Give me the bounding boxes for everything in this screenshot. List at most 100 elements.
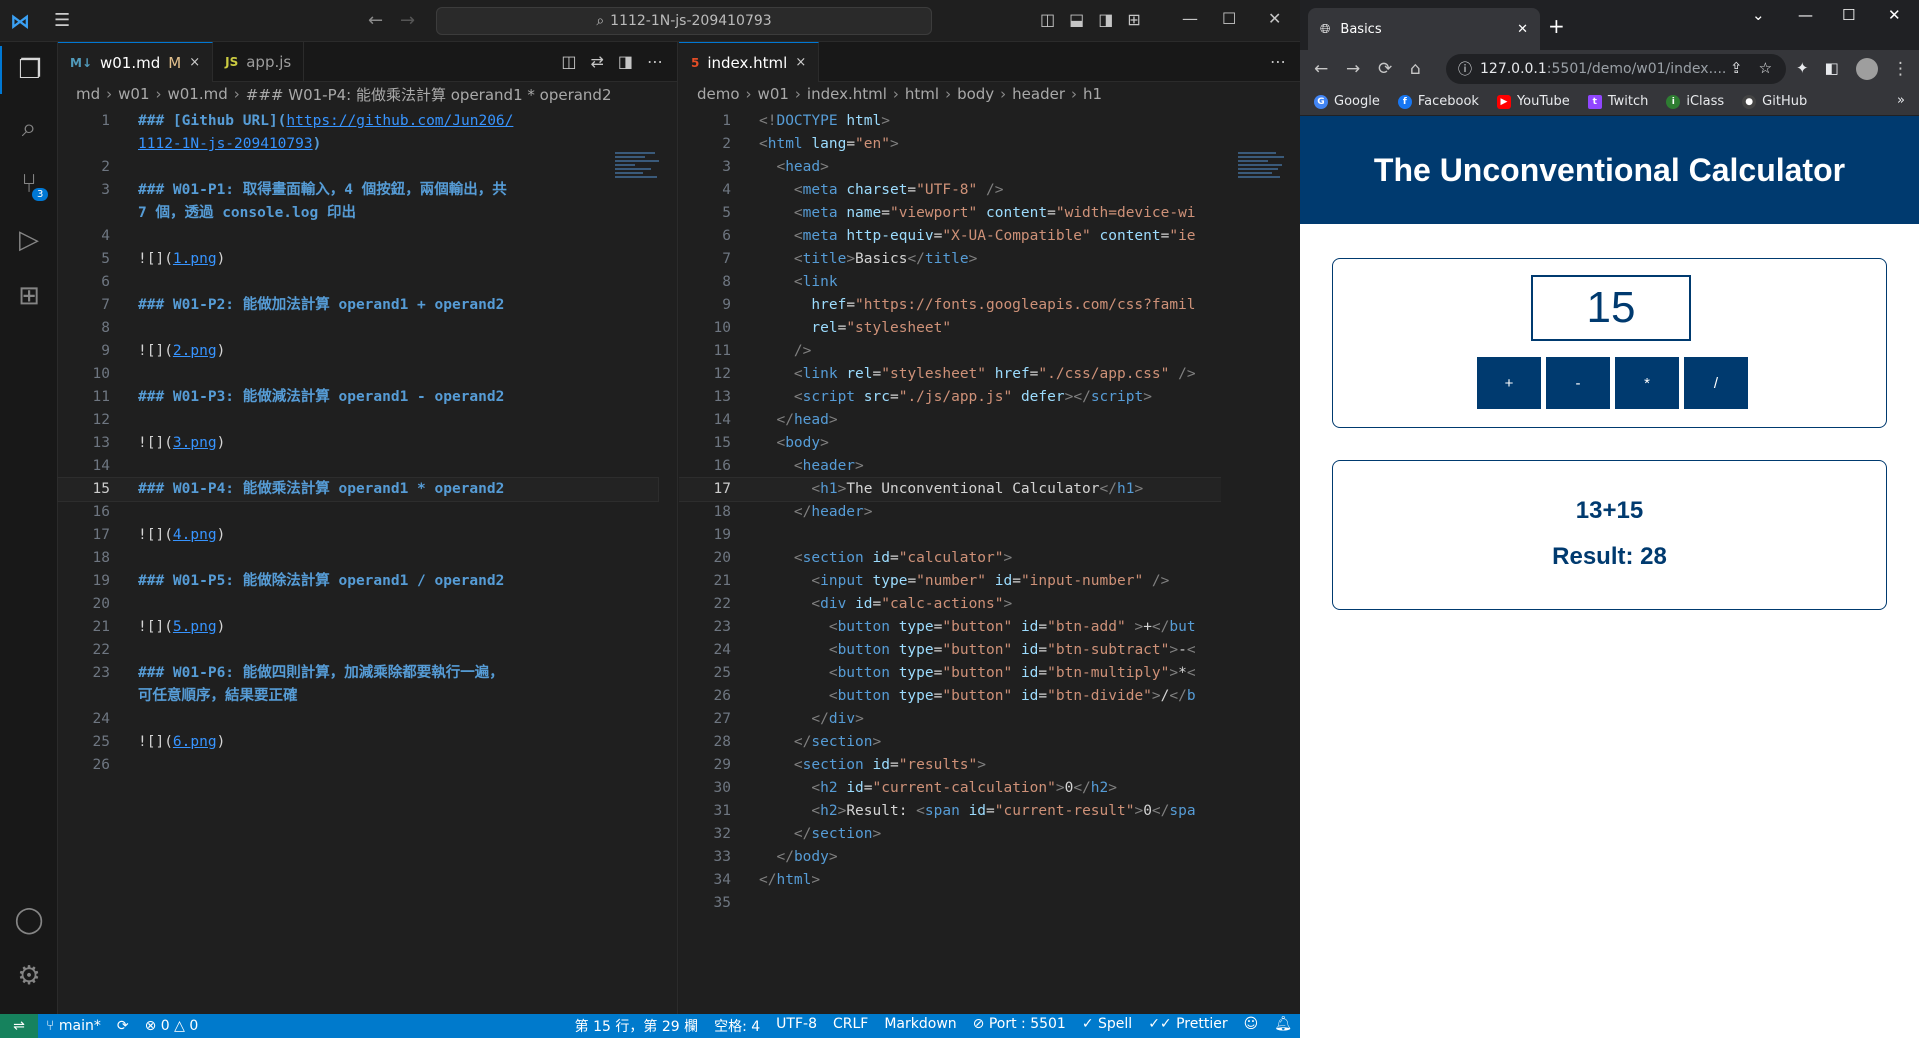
customize-layout-icon[interactable]: ⊞: [1127, 10, 1140, 29]
subtract-button[interactable]: -: [1546, 357, 1610, 409]
bookmark-twitch[interactable]: t Twitch: [1587, 94, 1648, 109]
code-line[interactable]: 6 <meta http-equiv="X-UA-Compatible" con…: [679, 225, 1221, 248]
code-line[interactable]: 9 ![](2.png): [58, 340, 658, 363]
tab-index-html[interactable]: 5 index.html ×: [679, 42, 820, 82]
code-line[interactable]: 21 <input type="number" id="input-number…: [679, 570, 1221, 593]
code-line[interactable]: 8: [58, 317, 658, 340]
code-line[interactable]: 30 <h2 id="current-calculation">0</h2>: [679, 777, 1221, 800]
code-line[interactable]: 7 ### W01-P2: 能做加法計算 operand1 + operand2: [58, 294, 658, 317]
code-line[interactable]: 26 <button type="button" id="btn-divide"…: [679, 685, 1221, 708]
code-line[interactable]: 11 />: [679, 340, 1221, 363]
code-line[interactable]: 20: [58, 593, 658, 616]
code-line[interactable]: 12: [58, 409, 658, 432]
share-icon[interactable]: ⇪: [1730, 59, 1743, 77]
close-tab-icon[interactable]: ✕: [1517, 22, 1528, 37]
extensions-puzzle-icon[interactable]: ✦: [1796, 59, 1809, 77]
code-line[interactable]: 16 <header>: [679, 455, 1221, 478]
spell-check[interactable]: ✓ Spell: [1074, 1016, 1140, 1036]
code-line[interactable]: 21 ![](5.png): [58, 616, 658, 639]
add-button[interactable]: +: [1477, 357, 1541, 409]
breadcrumb-item[interactable]: body: [957, 85, 994, 103]
breadcrumb-item[interactable]: ### W01-P4: 能做乘法計算 operand1 * operand2: [246, 84, 612, 105]
more-actions-icon[interactable]: ⋯: [647, 52, 663, 71]
breadcrumb-item[interactable]: html: [905, 85, 939, 103]
close-window-icon[interactable]: ✕: [1268, 9, 1281, 28]
run-debug-icon[interactable]: ▷: [0, 216, 58, 264]
encoding[interactable]: UTF-8: [768, 1016, 825, 1036]
feedback-icon[interactable]: ☺: [1236, 1016, 1267, 1036]
site-info-icon[interactable]: ⓘ: [1458, 59, 1472, 79]
minimap[interactable]: [1238, 152, 1290, 212]
prettier-status[interactable]: ✓✓ Prettier: [1140, 1016, 1235, 1036]
code-line[interactable]: 13 ![](3.png): [58, 432, 658, 455]
breadcrumb-item[interactable]: w01: [118, 85, 149, 103]
code-line[interactable]: 17 ![](4.png): [58, 524, 658, 547]
sync-icon[interactable]: ⟳: [109, 1018, 137, 1034]
forward-arrow-icon[interactable]: →: [400, 10, 415, 31]
code-line[interactable]: 25 <button type="button" id="btn-multipl…: [679, 662, 1221, 685]
code-line[interactable]: 可任意順序，結果要正確: [58, 685, 658, 708]
code-line[interactable]: 5 <meta name="viewport" content="width=d…: [679, 202, 1221, 225]
minimize-icon[interactable]: —: [1798, 6, 1813, 24]
code-line[interactable]: 11 ### W01-P3: 能做減法計算 operand1 - operand2: [58, 386, 658, 409]
code-line[interactable]: 33 </body>: [679, 846, 1221, 869]
language-mode[interactable]: Markdown: [876, 1016, 964, 1036]
code-line[interactable]: 34 </html>: [679, 869, 1221, 892]
code-line[interactable]: 4: [58, 225, 658, 248]
code-line[interactable]: 27 </div>: [679, 708, 1221, 731]
side-panel-icon[interactable]: ◧: [1825, 59, 1839, 77]
code-line[interactable]: 31 <h2>Result: <span id="current-result"…: [679, 800, 1221, 823]
extensions-icon[interactable]: ⊞: [0, 272, 58, 320]
breadcrumb-item[interactable]: w01: [758, 85, 789, 103]
forward-arrow-icon[interactable]: →: [1346, 59, 1360, 79]
code-line[interactable]: 28 </section>: [679, 731, 1221, 754]
minimize-icon[interactable]: —: [1182, 9, 1198, 28]
code-line[interactable]: 15 <body>: [679, 432, 1221, 455]
back-arrow-icon[interactable]: ←: [368, 10, 383, 31]
code-line[interactable]: 5 ![](1.png): [58, 248, 658, 271]
bookmark-facebook[interactable]: f Facebook: [1397, 94, 1479, 109]
code-line[interactable]: 7 個，透過 console.log 印出: [58, 202, 658, 225]
cursor-position[interactable]: 第 15 行，第 29 欄: [567, 1016, 706, 1036]
account-icon[interactable]: ◯: [0, 896, 58, 944]
code-line[interactable]: 29 <section id="results">: [679, 754, 1221, 777]
bookmark-star-icon[interactable]: ☆: [1759, 59, 1772, 77]
profile-avatar[interactable]: [1856, 58, 1878, 80]
maximize-icon[interactable]: ☐: [1222, 9, 1236, 28]
browser-tab[interactable]: 🌐︎ Basics ✕: [1308, 8, 1540, 50]
problems-indicator[interactable]: ⊗ 0 △ 0: [137, 1018, 207, 1034]
code-line[interactable]: 2 <html lang="en">: [679, 133, 1221, 156]
explorer-icon[interactable]: ❐: [0, 46, 58, 94]
branch-indicator[interactable]: ⑂ main*: [38, 1018, 109, 1034]
code-line[interactable]: 10: [58, 363, 658, 386]
code-line[interactable]: 16: [58, 501, 658, 524]
menu-icon[interactable]: ☰: [54, 10, 76, 31]
code-line[interactable]: 19 ### W01-P5: 能做除法計算 operand1 / operand2: [58, 570, 658, 593]
code-line[interactable]: 3 ### W01-P1: 取得畫面輸入，4 個按鈕，兩個輸出，共: [58, 179, 658, 202]
home-icon[interactable]: ⌂: [1410, 59, 1421, 79]
tab-app-js[interactable]: JS app.js: [213, 42, 305, 82]
code-line[interactable]: 22: [58, 639, 658, 662]
code-line[interactable]: 23 ### W01-P6: 能做四則計算，加減乘除都要執行一遍，: [58, 662, 658, 685]
split-editor-icon[interactable]: ◨: [618, 52, 633, 71]
code-line[interactable]: 1 ### [Github URL](https://github.com/Jun…: [58, 110, 658, 133]
code-line[interactable]: 24: [58, 708, 658, 731]
number-input[interactable]: 15: [1531, 275, 1691, 341]
code-line[interactable]: 32 </section>: [679, 823, 1221, 846]
code-line[interactable]: 2: [58, 156, 658, 179]
code-line[interactable]: 17 <h1>The Unconventional Calculator</h1…: [679, 477, 1221, 502]
new-tab-icon[interactable]: +: [1548, 14, 1565, 38]
indentation[interactable]: 空格: 4: [706, 1016, 768, 1036]
code-line[interactable]: 23 <button type="button" id="btn-add" >+…: [679, 616, 1221, 639]
code-line[interactable]: 24 <button type="button" id="btn-subtrac…: [679, 639, 1221, 662]
tab-search-chevron-icon[interactable]: ⌄: [1752, 6, 1765, 24]
bookmark-youtube[interactable]: ▶ YouTube: [1496, 94, 1570, 109]
bookmark-iclass[interactable]: i iClass: [1666, 94, 1724, 109]
multiply-button[interactable]: *: [1615, 357, 1679, 409]
toggle-sidebar-icon[interactable]: ◫: [1040, 10, 1055, 29]
more-bookmarks-icon[interactable]: »: [1897, 93, 1905, 108]
breadcrumb-item[interactable]: w01.md: [168, 85, 228, 103]
code-line[interactable]: 12 <link rel="stylesheet" href="./css/ap…: [679, 363, 1221, 386]
breadcrumb-item[interactable]: demo: [697, 85, 740, 103]
code-line[interactable]: 18: [58, 547, 658, 570]
